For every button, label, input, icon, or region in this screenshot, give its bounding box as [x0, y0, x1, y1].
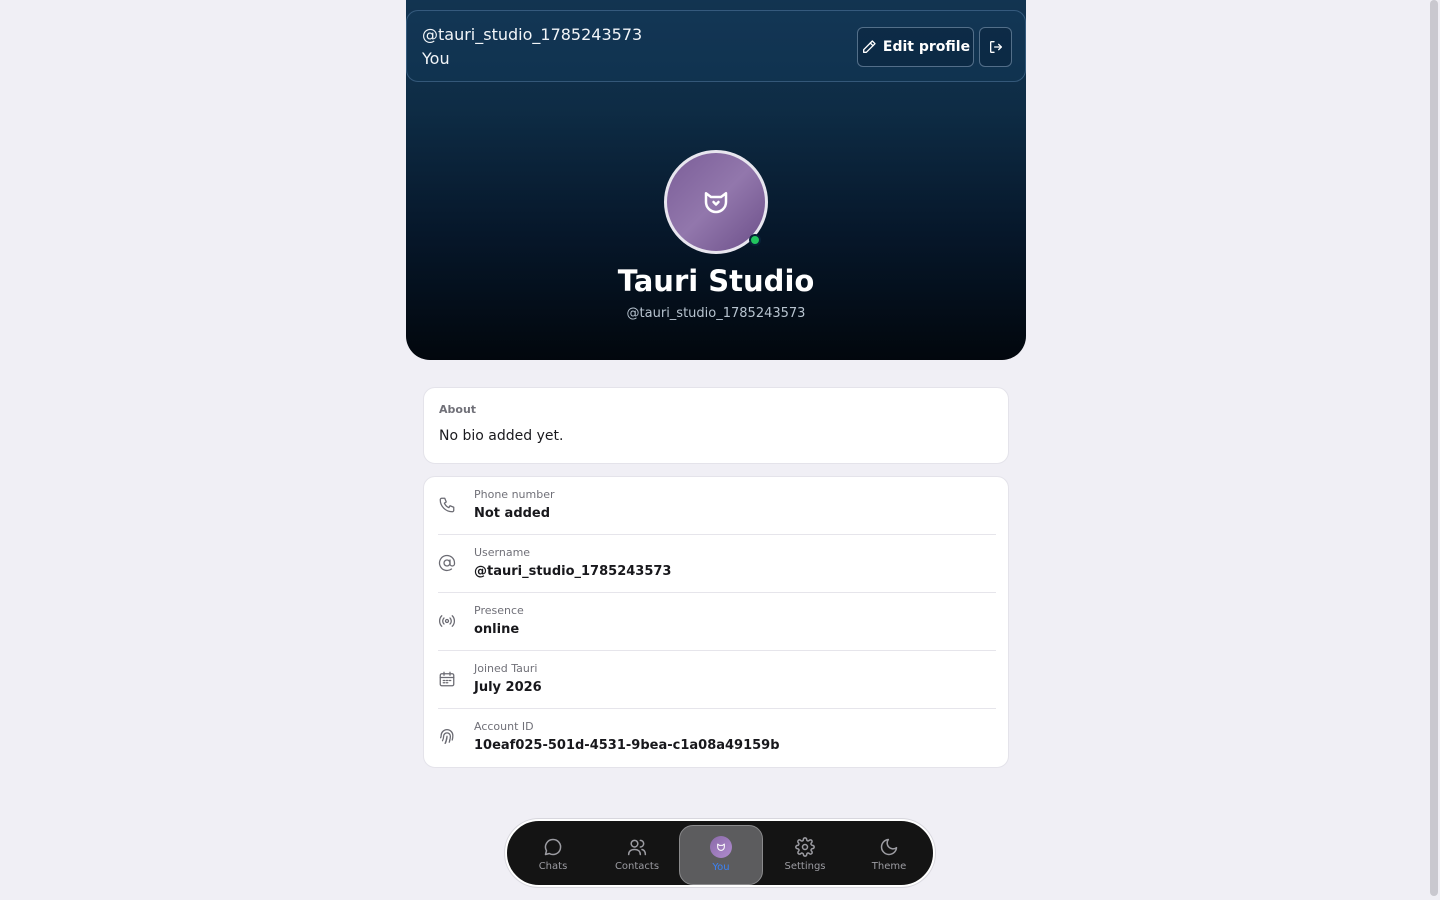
chat-bubble-icon: [544, 838, 562, 856]
profile-name: Tauri Studio: [617, 264, 815, 298]
info-row-phone: Phone number Not added: [424, 477, 1010, 535]
moon-icon: [880, 838, 898, 856]
nav-chats[interactable]: Chats: [511, 825, 595, 885]
scrollbar[interactable]: [1428, 0, 1440, 900]
nav-label: You: [712, 862, 730, 873]
nav-theme[interactable]: Theme: [847, 825, 931, 885]
nav-label: Contacts: [614, 861, 660, 872]
info-label: Username: [474, 546, 531, 559]
radio-icon: [438, 615, 456, 627]
gear-icon: [795, 837, 815, 857]
info-value: online: [474, 622, 520, 637]
info-value: July 2026: [474, 680, 542, 695]
info-card: Phone number Not added Username @tauri_s…: [423, 476, 1009, 768]
logout-icon: [989, 41, 1002, 53]
about-card: About No bio added yet.: [423, 387, 1009, 464]
info-row-joined: Joined Tauri July 2026: [424, 651, 1010, 709]
info-label: Joined Tauri: [474, 662, 538, 675]
calendar-icon: [439, 671, 455, 687]
nav-label: Settings: [784, 861, 826, 872]
fingerprint-icon: [439, 729, 454, 745]
about-text: No bio added yet.: [439, 428, 564, 444]
edit-profile-button[interactable]: Edit profile: [857, 27, 974, 67]
info-value: 10eaf025-501d-4531-9bea-c1a08a49159b: [474, 738, 780, 753]
about-label: About: [439, 403, 477, 416]
nav-label: Chats: [538, 861, 568, 872]
info-label: Presence: [474, 604, 524, 617]
owl-logo-icon: [704, 192, 728, 214]
contacts-icon: [627, 839, 647, 856]
bottom-nav: Chats Contacts You Settings Theme: [505, 819, 935, 887]
info-row-presence: Presence online: [424, 593, 1010, 651]
info-value: @tauri_studio_1785243573: [474, 564, 672, 579]
info-label: Account ID: [474, 720, 534, 733]
nav-label: Theme: [871, 861, 907, 872]
info-row-account-id: Account ID 10eaf025-501d-4531-9bea-c1a08…: [424, 709, 1010, 767]
phone-icon: [439, 497, 455, 513]
info-label: Phone number: [474, 488, 555, 501]
nav-contacts[interactable]: Contacts: [595, 825, 679, 885]
info-row-username: Username @tauri_studio_1785243573: [424, 535, 1010, 593]
edit-profile-label: Edit profile: [882, 39, 971, 55]
at-sign-icon: [438, 554, 456, 572]
profile-hero: @tauri_studio_1785243573 You Edit profil…: [406, 0, 1026, 360]
nav-profile[interactable]: You: [679, 825, 763, 885]
scrollbar-thumb[interactable]: [1430, 0, 1438, 896]
logout-button[interactable]: [979, 27, 1012, 67]
profile-handle: @tauri_studio_1785243573: [626, 306, 806, 321]
profile-avatar-icon: [710, 836, 732, 858]
online-status-dot: [749, 234, 761, 246]
nav-settings[interactable]: Settings: [763, 825, 847, 885]
profile-header-bar: @tauri_studio_1785243573 You Edit profil…: [406, 10, 1026, 82]
profile-avatar[interactable]: [664, 150, 768, 254]
pencil-icon: [862, 40, 876, 53]
info-value: Not added: [474, 506, 551, 521]
header-subtitle: You: [422, 49, 450, 68]
header-handle: @tauri_studio_1785243573: [422, 25, 643, 44]
